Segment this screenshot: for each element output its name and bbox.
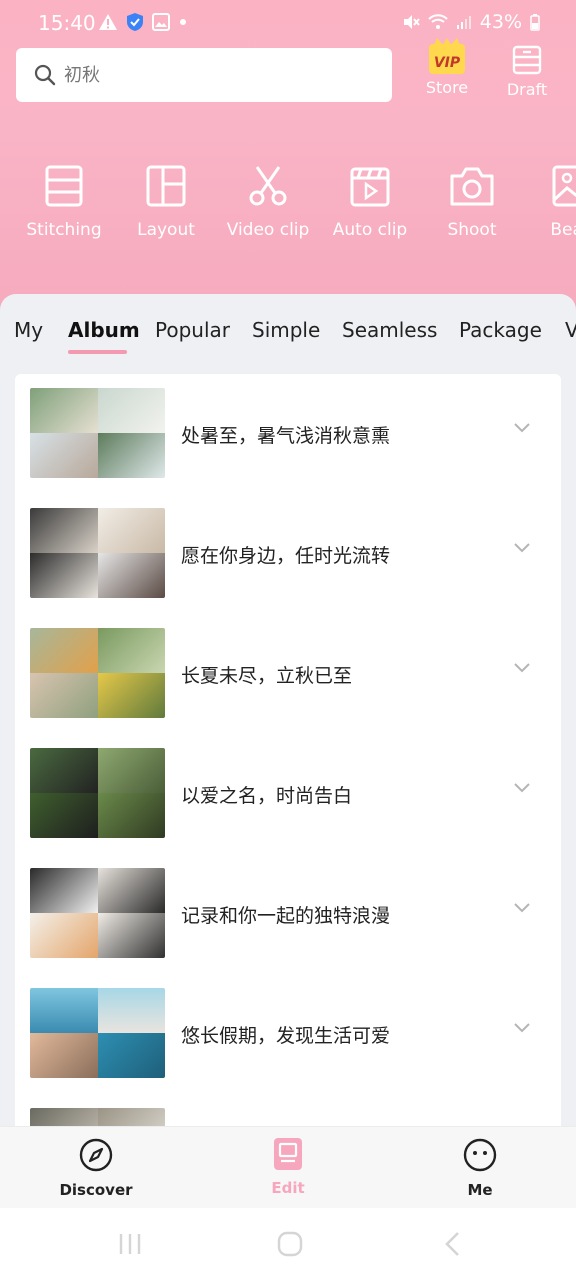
- wifi-icon: [428, 14, 448, 29]
- template-row[interactable]: 愿在你身边，任时光流转: [15, 494, 561, 614]
- compass-icon: [79, 1138, 113, 1172]
- tab-more[interactable]: V: [565, 318, 576, 342]
- search-icon: [34, 64, 56, 86]
- smiley-icon: [463, 1138, 497, 1172]
- chevron-down-icon[interactable]: [513, 542, 531, 554]
- tool-video-clip-label: Video clip: [226, 220, 310, 240]
- template-row[interactable]: 记录和你一起的独特浪漫: [15, 854, 561, 974]
- vip-badge-text: VIP: [433, 55, 461, 71]
- tool-beauty-label: Beau: [550, 220, 576, 240]
- template-thumbnail: [30, 868, 165, 958]
- chevron-down-icon[interactable]: [513, 1022, 531, 1034]
- warning-icon: [99, 14, 117, 30]
- chevron-down-icon[interactable]: [513, 662, 531, 674]
- gallery-icon: [152, 13, 170, 31]
- template-row[interactable]: 以爱之名，时尚告白: [15, 734, 561, 854]
- template-title: 悠长假期，发现生活可爱: [181, 1025, 391, 1047]
- image-icon: [552, 165, 576, 207]
- template-row[interactable]: 长夏未尽，立秋已至: [15, 614, 561, 734]
- nav-edit[interactable]: Edit: [238, 1137, 338, 1197]
- nav-discover-label: Discover: [59, 1181, 133, 1199]
- system-navigation-bar: [0, 1208, 576, 1280]
- tool-auto-clip-label: Auto clip: [332, 220, 408, 240]
- nav-discover[interactable]: Discover: [46, 1137, 146, 1199]
- tool-shoot-label: Shoot: [447, 220, 497, 240]
- search-input[interactable]: [64, 64, 344, 86]
- tab-package[interactable]: Package: [459, 318, 542, 342]
- nav-edit-label: Edit: [271, 1179, 305, 1197]
- template-list: 处暑至，暑气浅消秋意熏 愿在你身边，任时光流转 长夏未尽，立秋已至 以爱之名，时…: [15, 374, 561, 1126]
- store-button[interactable]: VIP Store: [412, 38, 482, 106]
- template-row[interactable]: 悠长假期，发现生活可爱: [15, 974, 561, 1094]
- tool-layout-label: Layout: [137, 220, 195, 240]
- signal-icon: [456, 16, 471, 29]
- status-bar: 15:40 43%: [0, 0, 576, 46]
- store-label: Store: [425, 78, 469, 97]
- tool-layout[interactable]: Layout: [115, 164, 217, 240]
- tab-simple[interactable]: Simple: [252, 318, 320, 342]
- recent-apps-icon[interactable]: [116, 1230, 144, 1258]
- chevron-down-icon[interactable]: [513, 422, 531, 434]
- status-system-icons: 43%: [402, 11, 540, 33]
- camera-icon: [450, 167, 494, 206]
- template-row[interactable]: 处暑至，暑气浅消秋意熏: [15, 374, 561, 494]
- template-panel: My Album Popular Simple Seamless Package…: [0, 294, 576, 1126]
- edit-template-icon: [274, 1138, 302, 1170]
- bottom-navigation: Discover Edit Me: [0, 1126, 576, 1208]
- template-thumbnail: [30, 1108, 165, 1126]
- battery-icon: [530, 14, 540, 31]
- tab-album[interactable]: Album: [68, 318, 140, 342]
- home-icon[interactable]: [276, 1230, 304, 1258]
- clapper-icon: [350, 167, 390, 207]
- template-title: 以爱之名，时尚告白: [181, 785, 353, 807]
- tool-shoot[interactable]: Shoot: [421, 164, 523, 240]
- shield-icon: [127, 13, 143, 31]
- status-notification-icons: [98, 12, 188, 32]
- tab-popular[interactable]: Popular: [155, 318, 230, 342]
- template-title: 处暑至，暑气浅消秋意熏: [181, 425, 391, 447]
- tool-video-clip[interactable]: Video clip: [217, 164, 319, 240]
- template-title: 长夏未尽，立秋已至: [181, 665, 353, 687]
- template-thumbnail: [30, 388, 165, 478]
- category-tabs: My Album Popular Simple Seamless Package…: [0, 294, 576, 366]
- template-thumbnail: [30, 988, 165, 1078]
- draft-box-icon: [512, 45, 542, 75]
- tool-auto-clip[interactable]: Auto clip: [319, 164, 421, 240]
- tool-beauty[interactable]: Beau: [521, 164, 576, 240]
- dot-icon: [180, 19, 186, 25]
- tool-stitching[interactable]: Stitching: [13, 164, 115, 240]
- battery-percent: 43%: [479, 11, 522, 33]
- scissors-icon: [249, 166, 287, 206]
- nav-me[interactable]: Me: [430, 1137, 530, 1199]
- tool-stitching-label: Stitching: [26, 220, 102, 240]
- nav-me-label: Me: [467, 1181, 493, 1199]
- tab-seamless[interactable]: Seamless: [342, 318, 437, 342]
- layout-icon: [146, 165, 186, 207]
- vip-crown-icon: VIP: [429, 38, 465, 74]
- status-time: 15:40: [38, 11, 96, 35]
- tools-row: Stitching Layout Video clip Auto clip Sh…: [0, 164, 576, 254]
- template-title: 记录和你一起的独特浪漫: [181, 905, 391, 927]
- template-thumbnail: [30, 508, 165, 598]
- draft-button[interactable]: Draft: [492, 44, 562, 106]
- stitching-icon: [45, 165, 83, 207]
- tab-my[interactable]: My: [14, 318, 43, 342]
- active-tab-indicator: [68, 350, 127, 354]
- back-icon[interactable]: [442, 1230, 462, 1258]
- template-thumbnail: [30, 748, 165, 838]
- search-bar[interactable]: [16, 48, 392, 102]
- draft-label: Draft: [506, 80, 548, 99]
- chevron-down-icon[interactable]: [513, 902, 531, 914]
- template-thumbnail: [30, 628, 165, 718]
- mute-icon: [403, 15, 420, 29]
- template-row-partial[interactable]: [15, 1094, 561, 1126]
- chevron-down-icon[interactable]: [513, 782, 531, 794]
- template-title: 愿在你身边，任时光流转: [181, 545, 391, 567]
